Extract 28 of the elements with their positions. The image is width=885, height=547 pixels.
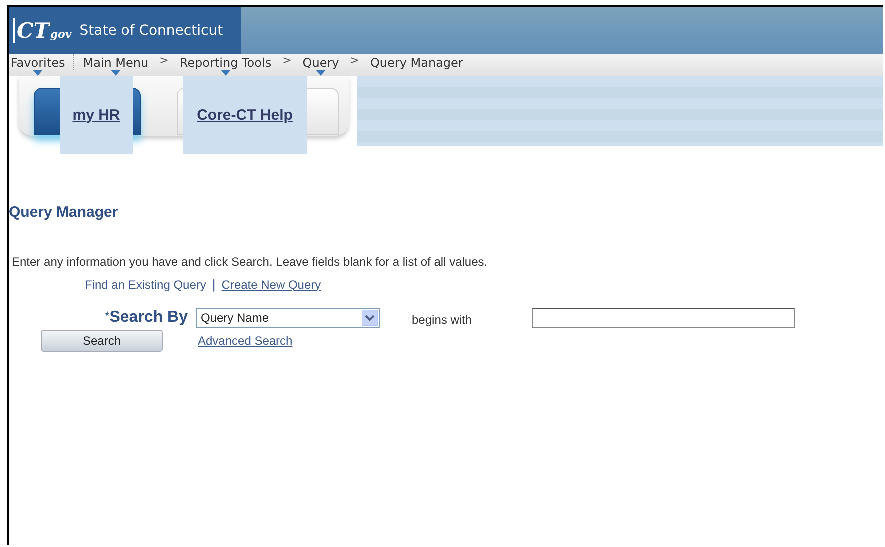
breadcrumb-item[interactable]: Favorites [9,54,68,76]
instructions: Enter any information you have and click Search. Leave fields blank for a list of all values. [12,255,489,269]
mode-link[interactable]: Find an Existing Query [85,278,206,292]
nav-tab[interactable]: Core-CT Help [183,76,307,154]
dropdown-arrow-icon [33,70,44,76]
dropdown-arrow-icon [220,70,231,76]
breadcrumb-separator: > [349,54,360,67]
advanced-search-link[interactable]: Advanced Search [196,334,382,348]
nav-tab[interactable]: my HR [60,76,133,154]
breadcrumb-item[interactable]: Query [300,54,342,76]
breadcrumb-separator: > [158,54,170,67]
dropdown-arrow-icon [316,70,326,76]
breadcrumb-item[interactable]: Reporting Tools [178,54,274,76]
search-by-label: *Search By [105,309,189,327]
operator-label: begins with [411,312,474,327]
search-by-dropdown[interactable]: Query Name [196,308,380,328]
dropdown-arrow-icon [362,310,378,326]
search-button[interactable]: Search [41,330,163,352]
dropdown-arrow-icon [110,70,121,76]
link-separator: | [212,277,216,292]
breadcrumb-separator: > [282,54,293,67]
breadcrumb-item[interactable]: Query Manager [368,54,466,76]
search-input[interactable] [532,308,795,328]
logo: CTgov [13,18,72,43]
page-title: Query Manager [9,204,120,221]
mode-link[interactable]: Create New Query [222,278,322,292]
breadcrumb-item[interactable]: Main Menu [81,54,151,76]
site-title: State of Connecticut [80,22,224,38]
